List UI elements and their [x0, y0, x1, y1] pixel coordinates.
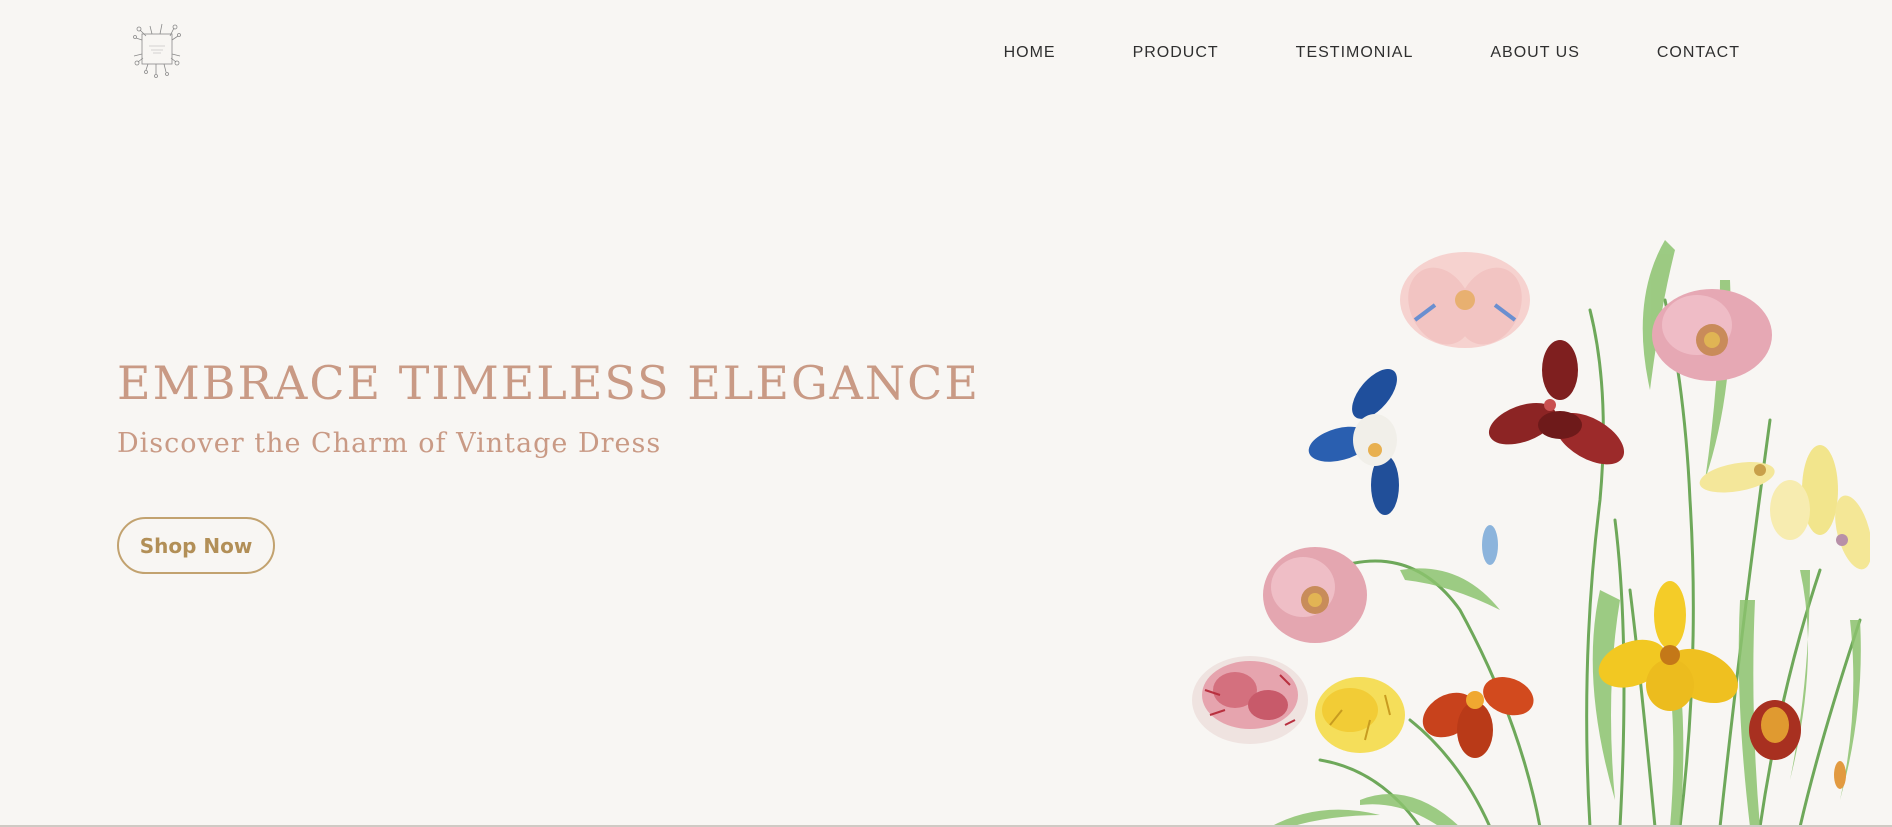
shop-now-button[interactable]: Shop Now [117, 517, 275, 574]
nav-item-testimonial[interactable]: TESTIMONIAL [1296, 44, 1414, 62]
hero-title: EMBRACE TIMELESS ELEGANCE [117, 356, 980, 410]
landing-page: HOME PRODUCT TESTIMONIAL ABOUT US CONTAC… [0, 0, 1892, 827]
nav-item-about-us[interactable]: ABOUT US [1490, 44, 1580, 62]
botanical-flowers-icon [1192, 240, 1870, 827]
nav-item-contact[interactable]: CONTACT [1657, 44, 1740, 62]
nav-item-product[interactable]: PRODUCT [1133, 44, 1219, 62]
floral-logo-icon[interactable] [126, 18, 188, 82]
hero-subtitle: Discover the Charm of Vintage Dress [117, 428, 662, 459]
nav-item-home[interactable]: HOME [1004, 44, 1056, 62]
main-nav: HOME PRODUCT TESTIMONIAL ABOUT US CONTAC… [927, 44, 1740, 62]
